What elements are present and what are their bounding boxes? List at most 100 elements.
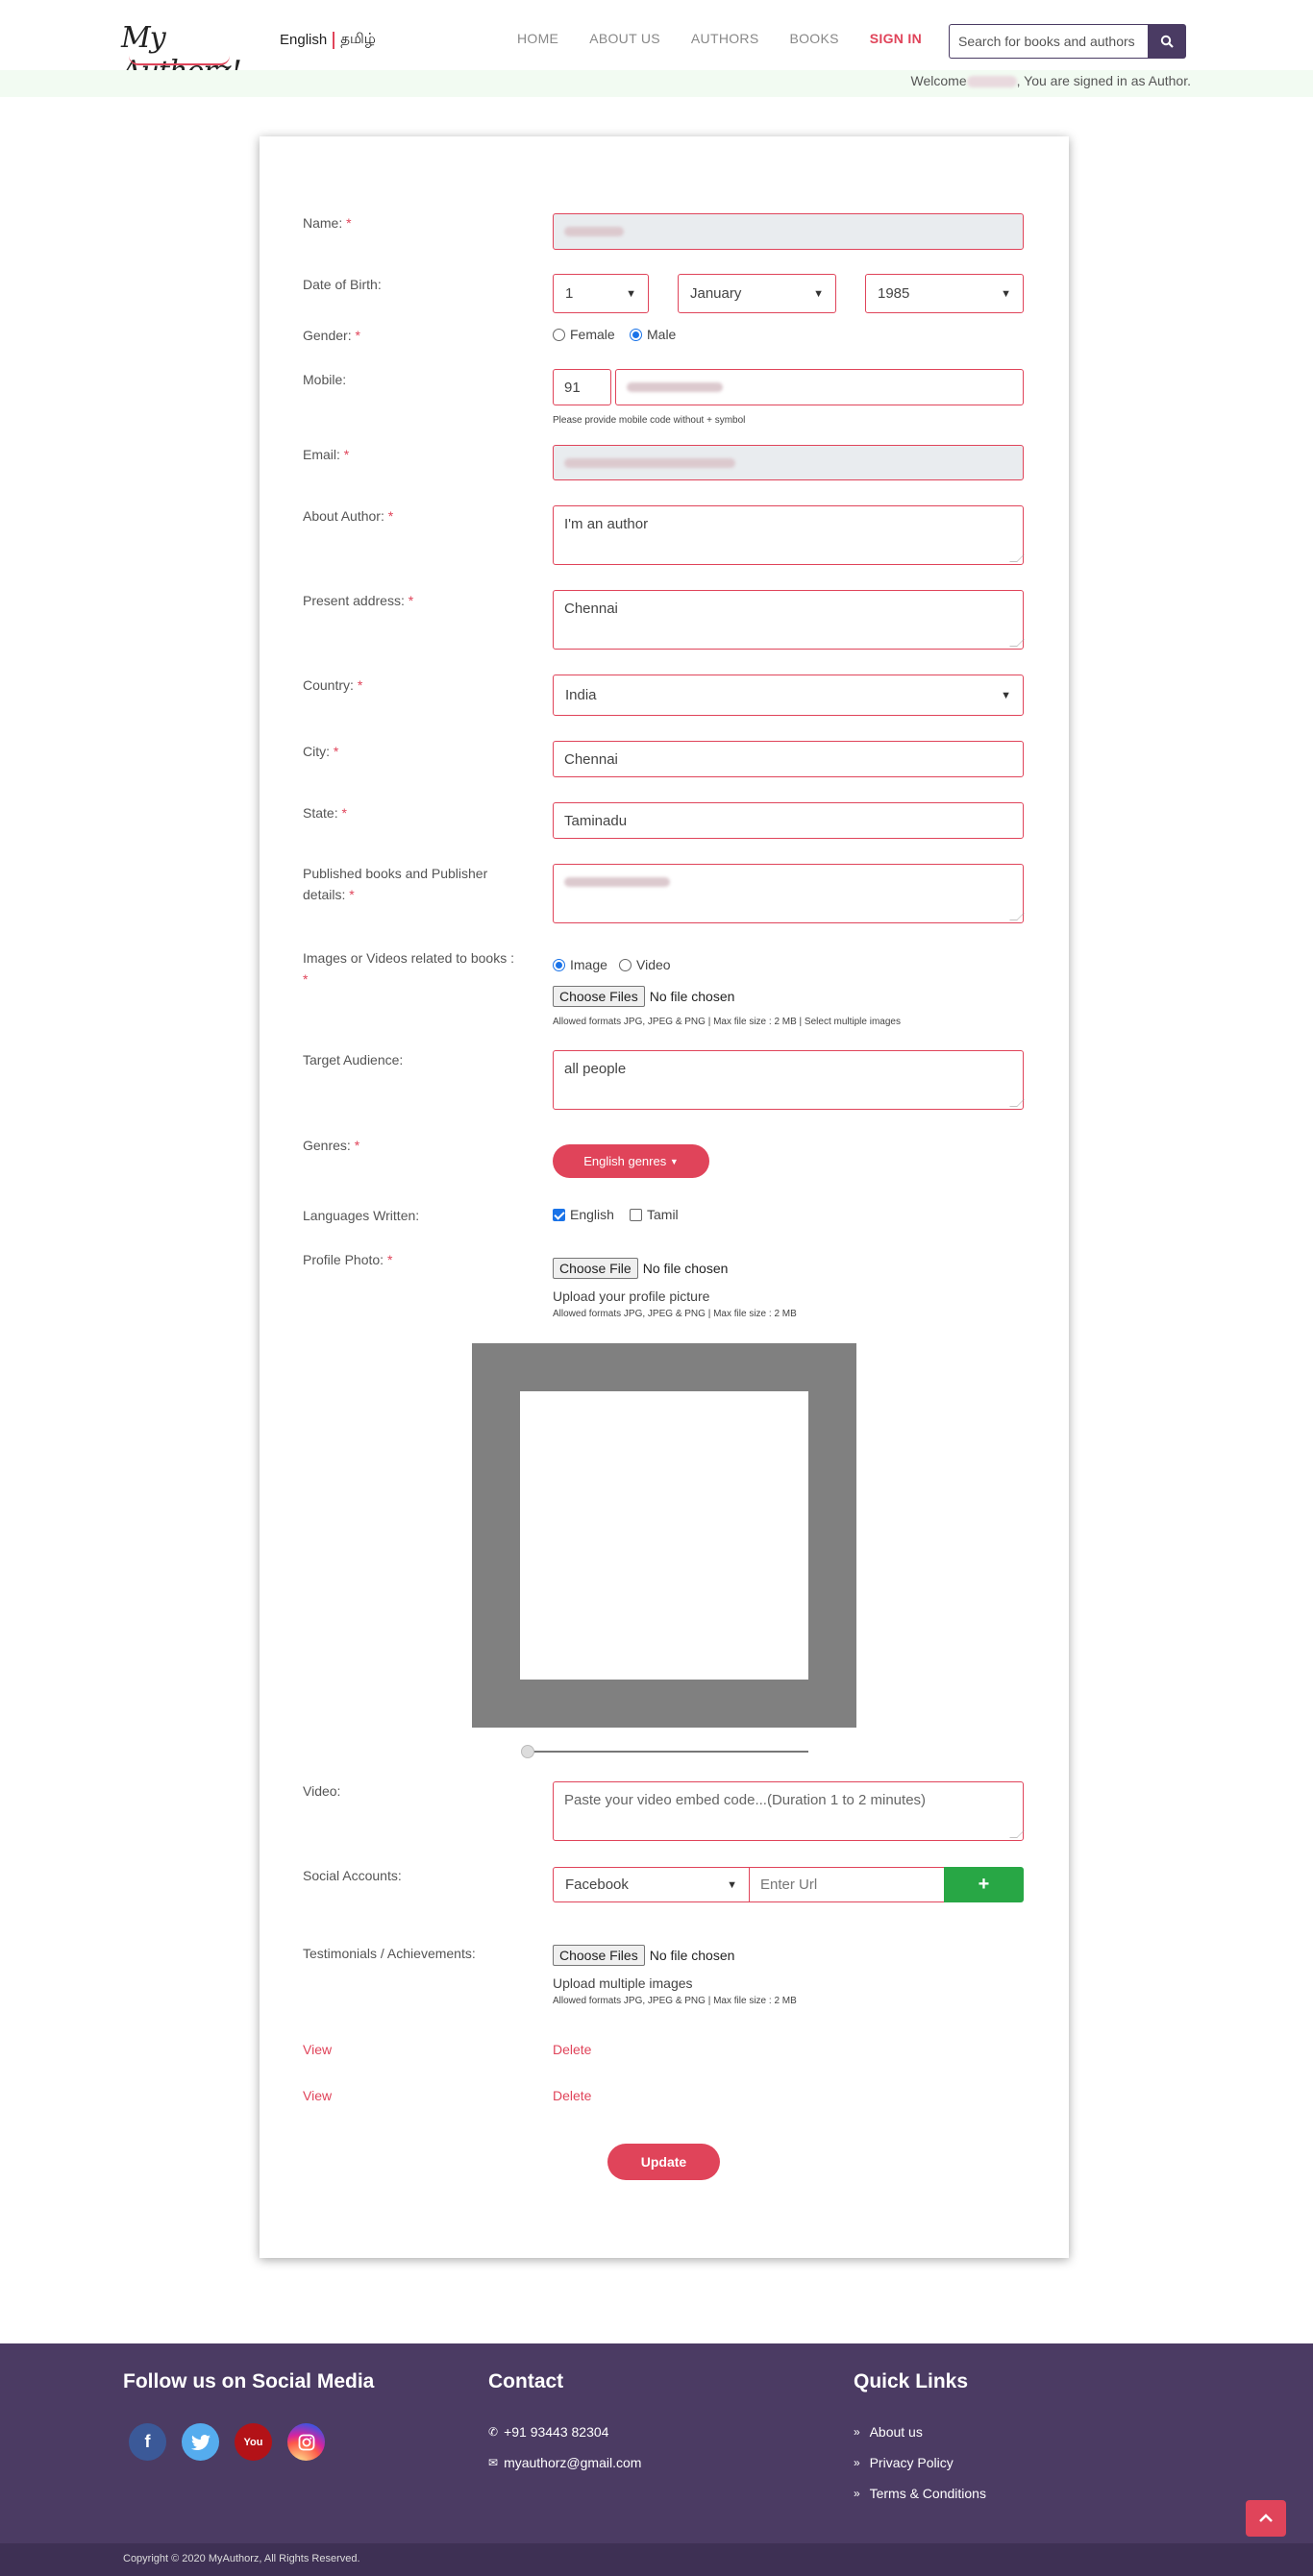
email-label: Email: * [303, 447, 350, 462]
language-english-option[interactable]: English [553, 1207, 614, 1222]
audience-label: Target Audience: [303, 1052, 404, 1067]
footer-quick-links-title: Quick Links [854, 2370, 969, 2392]
email-field[interactable] [553, 445, 1024, 480]
chevron-down-icon: ▼ [1001, 689, 1011, 701]
footer-link-privacy[interactable]: » Privacy Policy [854, 2455, 954, 2470]
name-field[interactable] [553, 213, 1024, 250]
audience-textarea[interactable]: all people [553, 1050, 1025, 1110]
delete-link-2[interactable]: Delete [553, 2088, 591, 2103]
media-label: Images or Videos related to books : * [303, 950, 514, 987]
languages-label: Languages Written: [303, 1208, 420, 1223]
nav-about-us[interactable]: ABOUT US [589, 31, 660, 46]
published-textarea[interactable] [553, 864, 1025, 923]
search-icon [1160, 35, 1174, 48]
double-chevron-icon: » [854, 2456, 860, 2469]
social-platform-select[interactable]: Facebook ▼ [553, 1867, 750, 1902]
zoom-slider-handle[interactable] [521, 1745, 534, 1758]
update-button[interactable]: Update [607, 2144, 720, 2180]
country-select[interactable]: India ▼ [553, 675, 1024, 716]
facebook-icon[interactable]: f [129, 2423, 166, 2461]
plus-icon: + [978, 1874, 990, 1895]
city-field[interactable]: Chennai [553, 741, 1024, 777]
scroll-to-top-button[interactable] [1246, 2500, 1286, 2537]
footer-link-about[interactable]: » About us [854, 2424, 923, 2440]
search-box [949, 24, 1186, 59]
copyright-text: Copyright © 2020 MyAuthorz, All Rights R… [123, 2553, 360, 2564]
lang-tamil-link[interactable]: தமிழ் [340, 31, 376, 49]
view-link-2[interactable]: View [303, 2088, 332, 2103]
testimonials-upload-text: Upload multiple images [553, 1975, 693, 1991]
twitter-icon[interactable] [182, 2423, 219, 2461]
nav-sign-in[interactable]: SIGN IN [870, 31, 922, 46]
testimonials-choose-files-button[interactable]: Choose Files [553, 1945, 645, 1966]
photo-choose-file-button[interactable]: Choose File [553, 1258, 638, 1279]
footer-link-terms[interactable]: » Terms & Conditions [854, 2486, 986, 2501]
double-chevron-icon: » [854, 2425, 860, 2439]
genres-label: Genres: * [303, 1138, 360, 1153]
state-field[interactable]: Taminadu [553, 802, 1024, 839]
search-input[interactable] [949, 24, 1148, 59]
nav-home[interactable]: HOME [517, 31, 558, 46]
gender-female-option[interactable]: Female [553, 327, 615, 342]
media-video-option[interactable]: Video [619, 957, 671, 972]
video-embed-textarea[interactable]: Paste your video embed code...(Duration … [553, 1781, 1025, 1841]
gender-female-radio[interactable] [553, 328, 565, 341]
testimonials-file-input[interactable]: Choose Files No file chosen [553, 1943, 734, 1968]
media-file-input[interactable]: Choose Files No file chosen [553, 984, 734, 1009]
language-switch: English தமிழ் [280, 31, 376, 49]
footer-phone[interactable]: ✆ +91 93443 82304 [488, 2424, 608, 2440]
photo-file-input[interactable]: Choose File No file chosen [553, 1256, 728, 1281]
language-tamil-option[interactable]: Tamil [630, 1207, 679, 1222]
welcome-prefix: Welcome [910, 73, 967, 88]
main-nav: HOME ABOUT US AUTHORS BOOKS SIGN IN [517, 31, 953, 46]
footer-social-title: Follow us on Social Media [123, 2370, 375, 2392]
gender-male-option[interactable]: Male [630, 327, 676, 342]
chevron-down-icon: ▼ [727, 1878, 737, 1891]
zoom-slider-track[interactable] [524, 1751, 808, 1753]
youtube-icon[interactable]: You [235, 2423, 272, 2461]
published-label: Published books and Publisher details: * [303, 866, 488, 902]
social-url-field[interactable]: Enter Url [749, 1867, 945, 1902]
testimonials-hint: Allowed formats JPG, JPEG & PNG | Max fi… [553, 1996, 797, 2006]
country-label: Country: * [303, 677, 363, 693]
dob-day-select[interactable]: 1 ▼ [553, 274, 649, 313]
dob-month-select[interactable]: January ▼ [678, 274, 836, 313]
nav-authors[interactable]: AUTHORS [691, 31, 759, 46]
delete-link-1[interactable]: Delete [553, 2042, 591, 2057]
lang-separator [333, 31, 335, 49]
mobile-number-field[interactable] [615, 369, 1024, 405]
footer-email[interactable]: ✉ myauthorz@gmail.com [488, 2455, 641, 2470]
media-image-radio[interactable] [553, 958, 565, 971]
phone-icon: ✆ [488, 2425, 499, 2439]
gender-male-radio[interactable] [630, 328, 642, 341]
redacted-email [564, 457, 735, 468]
about-textarea[interactable]: I'm an author [553, 505, 1025, 565]
media-video-radio[interactable] [619, 958, 632, 971]
media-choose-files-button[interactable]: Choose Files [553, 986, 645, 1007]
dob-year-select[interactable]: 1985 ▼ [865, 274, 1024, 313]
language-tamil-checkbox[interactable] [630, 1208, 642, 1221]
address-textarea[interactable]: Chennai [553, 590, 1025, 650]
redacted-mobile [627, 382, 723, 392]
media-image-option[interactable]: Image [553, 957, 607, 972]
language-english-checkbox[interactable] [553, 1208, 565, 1221]
site-logo[interactable]: My Authorz! [119, 13, 259, 88]
photo-crop-box[interactable] [520, 1391, 808, 1680]
genres-dropdown-button[interactable]: English genres ▼ [553, 1144, 709, 1178]
photo-hint: Allowed formats JPG, JPEG & PNG | Max fi… [553, 1309, 797, 1319]
view-link-1[interactable]: View [303, 2042, 332, 2057]
instagram-icon[interactable] [287, 2423, 325, 2461]
mobile-code-field[interactable]: 91 [553, 369, 611, 405]
welcome-suffix: , You are signed in as Author. [1016, 73, 1191, 88]
chevron-down-icon: ▼ [626, 287, 636, 300]
envelope-icon: ✉ [488, 2456, 499, 2469]
testimonials-label: Testimonials / Achievements: [303, 1946, 476, 1961]
search-button[interactable] [1148, 24, 1186, 59]
nav-books[interactable]: BOOKS [789, 31, 838, 46]
photo-upload-text: Upload your profile picture [553, 1288, 710, 1304]
mobile-label: Mobile: [303, 372, 347, 387]
add-social-button[interactable]: + [944, 1867, 1024, 1902]
chevron-up-icon [1259, 2514, 1273, 2522]
lang-english-link[interactable]: English [280, 32, 327, 48]
about-label: About Author: * [303, 508, 394, 524]
